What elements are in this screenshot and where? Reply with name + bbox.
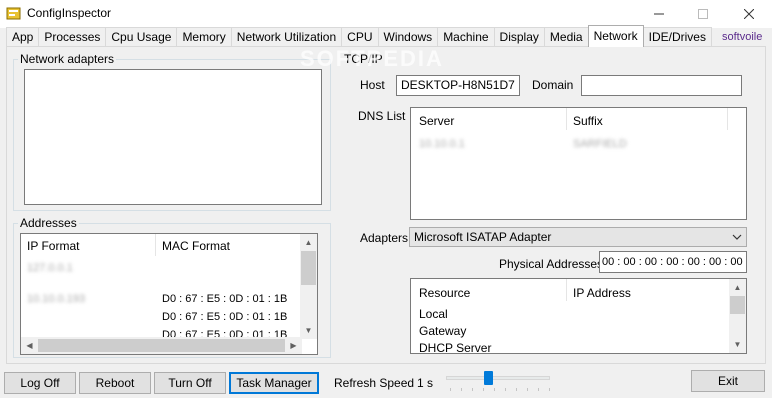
- network-adapters-list[interactable]: [24, 69, 322, 205]
- addresses-horizontal-scrollbar[interactable]: ◀ ▶: [21, 337, 302, 354]
- network-adapters-group: Network adapters: [13, 52, 331, 211]
- addresses-listview[interactable]: IP Format MAC Format 127.0.0.1 10.10.0.1…: [20, 233, 318, 355]
- softpedia-watermark: SOFTPEDIA: [300, 46, 444, 71]
- column-separator: [566, 279, 567, 301]
- slider-tick: [494, 388, 495, 391]
- adapters-label: Adapters: [360, 231, 409, 245]
- resource-header[interactable]: Resource: [419, 286, 470, 300]
- network-adapters-label: Network adapters: [18, 52, 117, 66]
- tab-ide-drives[interactable]: IDE/Drives: [642, 27, 712, 47]
- ip-address-header[interactable]: IP Address: [573, 286, 631, 300]
- tab-windows[interactable]: Windows: [377, 27, 439, 47]
- slider-tick: [505, 388, 506, 391]
- window-title: ConfigInspector: [27, 6, 112, 20]
- scroll-thumb[interactable]: [730, 296, 745, 314]
- tab-media[interactable]: Media: [543, 27, 589, 47]
- mac-cell: D0 : 67 : E5 : 0D : 01 : 1B: [162, 293, 288, 305]
- scroll-down-icon[interactable]: ▼: [300, 322, 317, 339]
- resource-row-gateway: Gateway: [419, 324, 467, 338]
- slider-tick: [516, 388, 517, 391]
- domain-field[interactable]: [581, 75, 742, 96]
- adapters-selected-value: Microsoft ISATAP Adapter: [414, 230, 552, 244]
- network-tab-page: Network adapters Addresses IP Format MAC…: [6, 46, 766, 364]
- refresh-speed-value: 1 s: [417, 376, 434, 390]
- addresses-group: Addresses IP Format MAC Format 127.0.0.1…: [13, 216, 331, 358]
- scroll-right-icon[interactable]: ▶: [285, 337, 302, 354]
- refresh-speed-slider-track[interactable]: [446, 376, 550, 380]
- resource-row-dhcp: DHCP Server: [419, 341, 492, 354]
- tab-machine[interactable]: Machine: [437, 27, 495, 47]
- tab-app[interactable]: App: [6, 27, 40, 47]
- host-label: Host: [360, 78, 385, 92]
- minimize-button[interactable]: [636, 0, 682, 28]
- addresses-label: Addresses: [18, 216, 79, 230]
- physical-addresses-label: Physical Addresses: [499, 257, 604, 271]
- maximize-icon: [698, 9, 708, 19]
- domain-label: Domain: [532, 78, 574, 92]
- addresses-vertical-scrollbar[interactable]: ▲ ▼: [300, 234, 317, 339]
- tab-processes[interactable]: Processes: [38, 27, 107, 47]
- scroll-down-icon[interactable]: ▼: [729, 336, 746, 353]
- scroll-thumb[interactable]: [38, 339, 285, 352]
- scroll-thumb[interactable]: [301, 251, 316, 285]
- tab-cpu-usage[interactable]: Cpu Usage: [105, 27, 178, 47]
- resource-row-local: Local: [419, 307, 448, 321]
- close-button[interactable]: [726, 0, 772, 28]
- slider-tick: [450, 388, 451, 391]
- ip-format-header[interactable]: IP Format: [27, 239, 79, 253]
- title-bar: ConfigInspector: [0, 0, 772, 28]
- slider-tick: [527, 388, 528, 391]
- dns-suffix-cell: SARFIELD: [573, 138, 627, 150]
- dns-listview[interactable]: Server Suffix 10.10.0.1 SARFIELD: [410, 107, 747, 220]
- tab-network-utilization[interactable]: Network Utilization: [230, 27, 343, 47]
- log-off-button[interactable]: Log Off: [4, 372, 76, 394]
- refresh-speed-slider-thumb[interactable]: [483, 371, 493, 385]
- slider-tick: [461, 388, 462, 391]
- suffix-header[interactable]: Suffix: [573, 114, 603, 128]
- tab-memory[interactable]: Memory: [176, 27, 232, 47]
- exit-button[interactable]: Exit: [691, 370, 765, 392]
- slider-tick: [549, 388, 550, 391]
- chevron-down-icon: [732, 228, 742, 253]
- mac-format-header[interactable]: MAC Format: [162, 239, 230, 253]
- slider-tick: [538, 388, 539, 391]
- column-separator: [566, 108, 567, 130]
- minimize-icon: [654, 13, 664, 15]
- slider-tick: [483, 388, 484, 391]
- ip-cell: 127.0.0.1: [27, 262, 73, 274]
- turn-off-button[interactable]: Turn Off: [154, 372, 226, 394]
- task-manager-button[interactable]: Task Manager: [229, 372, 319, 394]
- physical-addresses-field[interactable]: 00 : 00 : 00 : 00 : 00 : 00 : 00 : 00: [599, 251, 747, 273]
- adapters-dropdown[interactable]: Microsoft ISATAP Adapter: [409, 227, 747, 247]
- server-header[interactable]: Server: [419, 114, 454, 128]
- column-separator: [727, 108, 728, 130]
- reboot-button[interactable]: Reboot: [79, 372, 151, 394]
- scroll-left-icon[interactable]: ◀: [21, 337, 38, 354]
- column-separator: [155, 234, 156, 256]
- mac-cell: D0 : 67 : E5 : 0D : 01 : 1B: [162, 311, 288, 323]
- tab-network[interactable]: Network: [587, 25, 644, 47]
- ip-cell: 10.10.0.193: [27, 293, 86, 305]
- slider-tick: [472, 388, 473, 391]
- host-field[interactable]: DESKTOP-H8N51D7: [396, 75, 520, 96]
- resource-vertical-scrollbar[interactable]: ▲ ▼: [729, 279, 746, 353]
- resource-listview[interactable]: Resource IP Address Local Gateway DHCP S…: [410, 278, 747, 354]
- maximize-button[interactable]: [680, 0, 726, 28]
- app-icon: [6, 7, 21, 20]
- tab-cpu[interactable]: CPU: [341, 27, 379, 47]
- refresh-speed-label: Refresh Speed: [334, 376, 415, 390]
- scroll-up-icon[interactable]: ▲: [729, 279, 746, 296]
- dns-server-cell: 10.10.0.1: [419, 138, 465, 150]
- tab-display[interactable]: Display: [493, 27, 545, 47]
- close-icon: [744, 9, 754, 19]
- tab-strip: App Processes Cpu Usage Memory Network Utili…: [6, 25, 712, 47]
- dns-list-label: DNS List: [358, 109, 406, 123]
- brand-label: softvoile: [722, 31, 763, 43]
- scroll-up-icon[interactable]: ▲: [300, 234, 317, 251]
